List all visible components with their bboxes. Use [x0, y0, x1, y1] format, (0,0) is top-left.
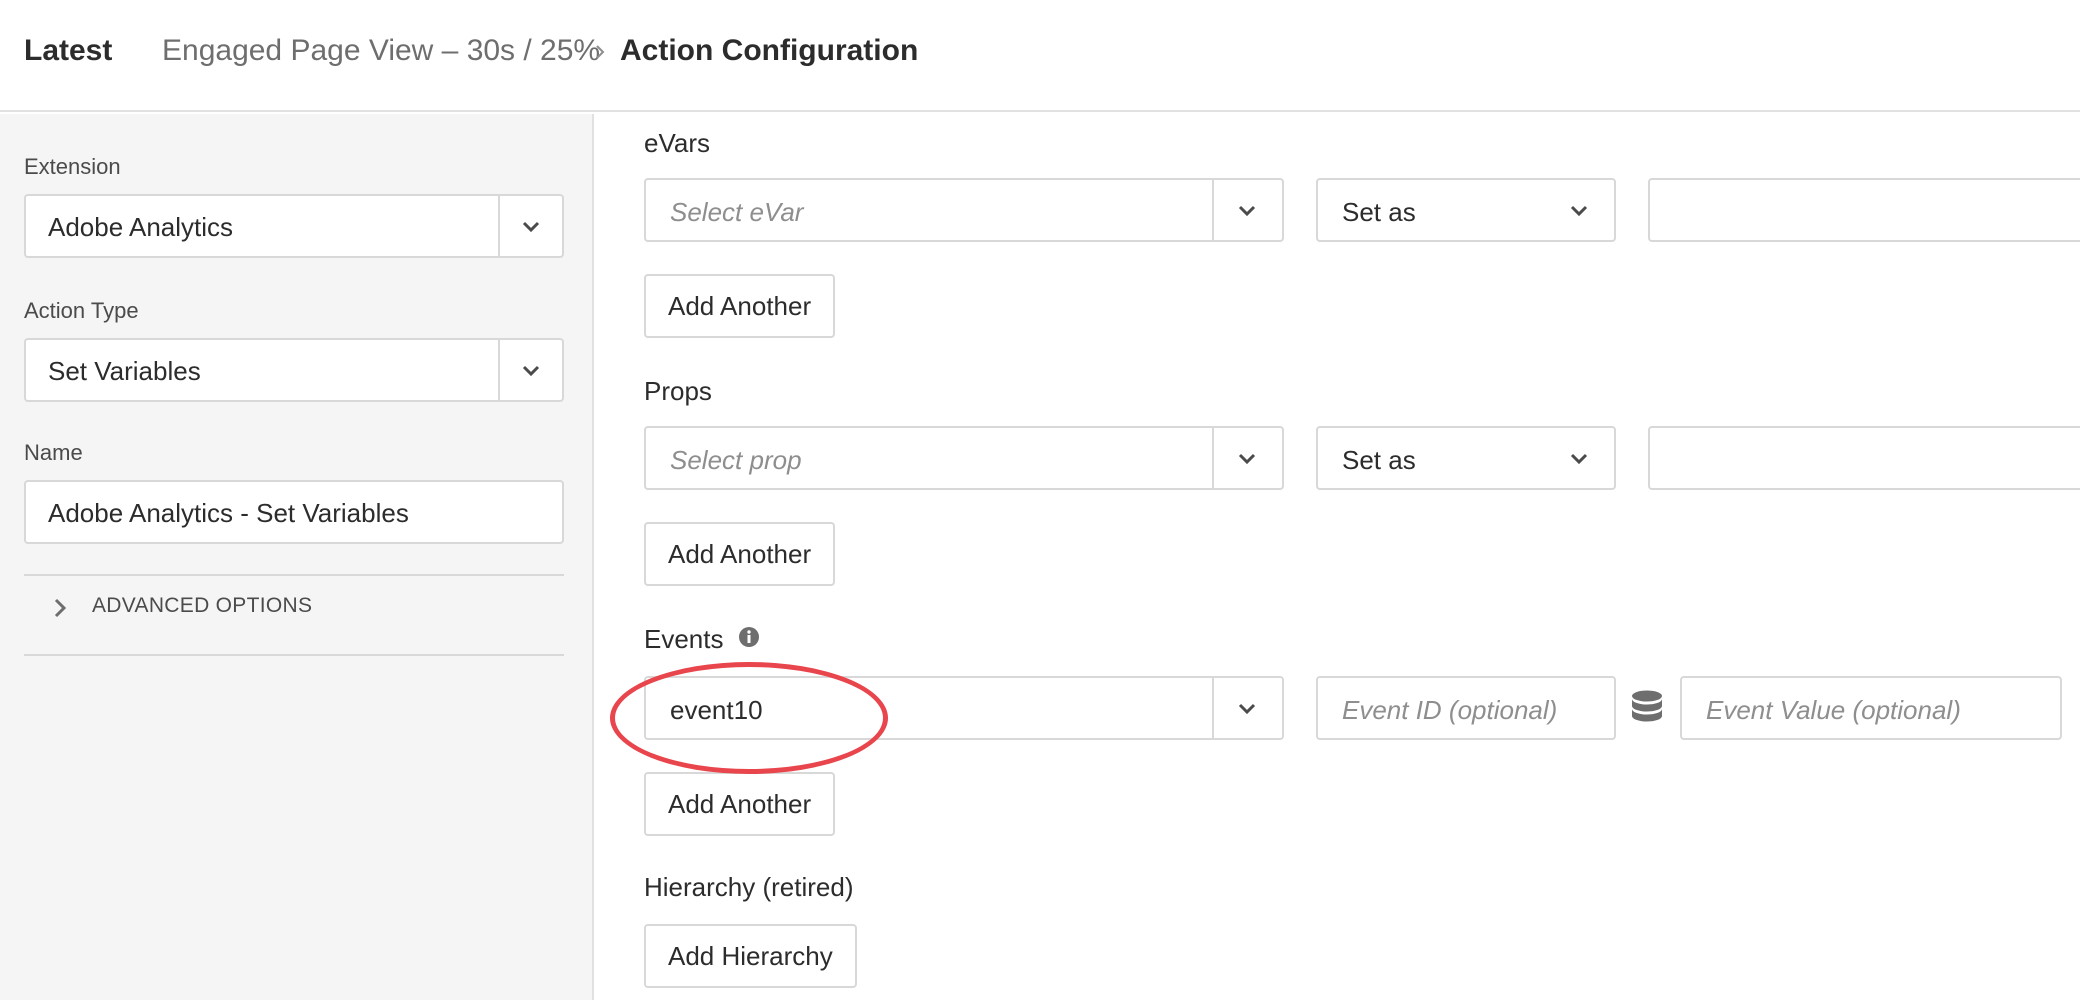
select-divider	[498, 196, 500, 256]
chevron-down-icon	[1570, 453, 1588, 465]
chevron-right-icon	[54, 598, 67, 618]
main-panel: eVars Select eVar Set as Add Another Pro…	[596, 114, 2080, 1000]
evar-placeholder: Select eVar	[670, 197, 804, 227]
action-type-label: Action Type	[24, 298, 139, 323]
action-type-value: Set Variables	[48, 356, 201, 386]
divider	[24, 574, 564, 576]
evar-add-another-button[interactable]: Add Another	[644, 274, 836, 338]
extension-label: Extension	[24, 154, 121, 179]
action-type-select[interactable]: Set Variables	[24, 338, 564, 402]
set-as-value: Set as	[1342, 445, 1416, 475]
chevron-down-icon[interactable]	[520, 360, 542, 382]
name-label: Name	[24, 440, 83, 465]
evars-label: eVars	[644, 128, 710, 158]
chevron-right-icon	[596, 45, 605, 59]
prop-value-input[interactable]	[1648, 426, 2080, 490]
hierarchy-label: Hierarchy (retired)	[644, 872, 854, 902]
extension-value: Adobe Analytics	[48, 212, 234, 242]
combo-divider	[1212, 180, 1214, 240]
highlight-ellipse	[610, 662, 888, 774]
sidebar: Extension Adobe Analytics Action Type Se…	[0, 114, 594, 1000]
evar-value-input[interactable]	[1648, 178, 2080, 242]
info-icon[interactable]	[738, 626, 760, 648]
event-add-another-button[interactable]: Add Another	[644, 772, 836, 836]
prop-placeholder: Select prop	[670, 445, 802, 475]
latest-label: Latest	[24, 34, 113, 67]
add-hierarchy-button[interactable]: Add Hierarchy	[644, 924, 857, 988]
prop-add-another-button[interactable]: Add Another	[644, 522, 836, 586]
events-label: Events	[644, 624, 724, 654]
database-icon[interactable]	[1630, 689, 1664, 727]
event-value-input[interactable]: Event Value (optional)	[1680, 676, 2062, 740]
extension-select[interactable]: Adobe Analytics	[24, 194, 564, 258]
chevron-down-icon[interactable]	[1236, 200, 1258, 222]
name-value: Adobe Analytics - Set Variables	[48, 498, 409, 528]
prop-select[interactable]: Select prop	[644, 426, 1284, 490]
combo-divider	[1212, 678, 1214, 738]
top-header: Latest Engaged Page View – 30s / 25% Act…	[0, 0, 2080, 112]
event-id-placeholder: Event ID (optional)	[1342, 695, 1558, 725]
divider	[24, 654, 564, 656]
set-as-value: Set as	[1342, 197, 1416, 227]
chevron-down-icon[interactable]	[1236, 448, 1258, 470]
combo-divider	[1212, 428, 1214, 488]
breadcrumb-parent[interactable]: Engaged Page View – 30s / 25%	[162, 34, 600, 68]
evar-set-as-select[interactable]: Set as	[1316, 178, 1616, 242]
chevron-down-icon[interactable]	[1236, 698, 1258, 720]
select-divider	[498, 340, 500, 400]
props-label: Props	[644, 376, 712, 406]
event-value-placeholder: Event Value (optional)	[1706, 695, 1961, 725]
advanced-options-label: ADVANCED OPTIONS	[92, 594, 313, 617]
name-input[interactable]: Adobe Analytics - Set Variables	[24, 480, 564, 544]
prop-set-as-select[interactable]: Set as	[1316, 426, 1616, 490]
event-id-input[interactable]: Event ID (optional)	[1316, 676, 1616, 740]
evar-select[interactable]: Select eVar	[644, 178, 1284, 242]
chevron-down-icon[interactable]	[520, 216, 542, 238]
breadcrumb-current: Action Configuration	[620, 34, 919, 67]
chevron-down-icon	[1570, 205, 1588, 217]
